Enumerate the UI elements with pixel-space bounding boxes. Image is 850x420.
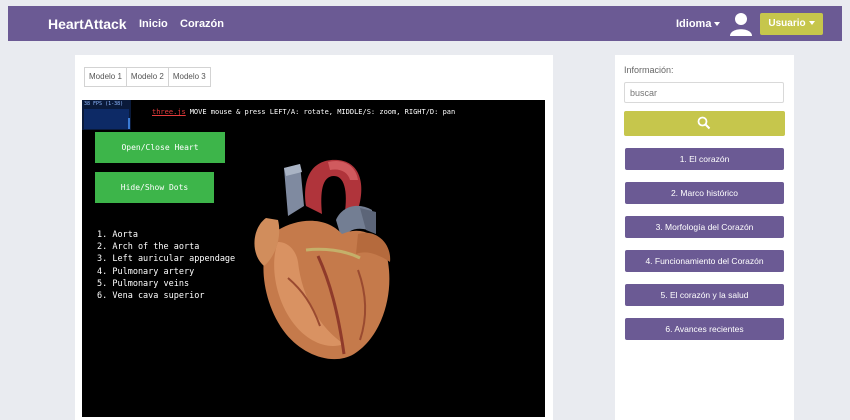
tab-modelo-1[interactable]: Modelo 1 [85, 68, 127, 86]
search-button[interactable] [624, 111, 785, 136]
hide-show-dots-button[interactable]: Hide/Show Dots [95, 172, 214, 203]
avatar-icon[interactable] [730, 12, 752, 36]
info-label: Información: [624, 65, 674, 75]
search-input[interactable] [624, 82, 784, 103]
list-item: 3. Left auricular appendage [97, 254, 236, 265]
list-item: 6. Vena cava superior [97, 291, 205, 302]
nav-link-inicio[interactable]: Inicio [139, 18, 168, 30]
fps-meter: 38 FPS (1-38) [82, 100, 131, 130]
sidebar-item-el-corazon[interactable]: 1. El corazón [625, 148, 784, 170]
threejs-link[interactable]: three.js [152, 108, 186, 116]
list-item: 4. Pulmonary artery [97, 266, 195, 277]
heart-3d-viewer[interactable]: 38 FPS (1-38) three.js MOVE mouse & press… [82, 100, 545, 417]
list-item: 1. Aorta [97, 230, 138, 240]
list-item: 2. Arch of the aorta [97, 242, 200, 253]
sidebar-item-avances[interactable]: 6. Avances recientes [625, 318, 784, 340]
navbar: HeartAttack Inicio Corazón Idioma Usuari… [8, 6, 842, 41]
caret-down-icon [808, 21, 815, 26]
language-dropdown-label: Idioma [676, 18, 712, 30]
nav-link-corazon[interactable]: Corazón [180, 18, 224, 30]
viewer-instructions: three.js MOVE mouse & press LEFT/A: rotat… [152, 108, 455, 116]
caret-down-icon [714, 22, 721, 27]
search-icon [697, 116, 711, 130]
sidebar-item-marco-historico[interactable]: 2. Marco histórico [625, 182, 784, 204]
user-dropdown-button[interactable]: Usuario [760, 13, 823, 35]
tab-modelo-2[interactable]: Modelo 2 [127, 68, 169, 86]
tab-modelo-3[interactable]: Modelo 3 [169, 68, 210, 86]
heart-model-image [254, 159, 391, 360]
fps-graph-bar [128, 118, 130, 129]
open-close-heart-button[interactable]: Open/Close Heart [95, 132, 225, 163]
fps-graph [84, 109, 129, 129]
model-tabs: Modelo 1 Modelo 2 Modelo 3 [84, 67, 211, 87]
fps-label: 38 FPS (1-38) [84, 101, 124, 107]
sidebar-item-funcionamiento[interactable]: 4. Funcionamiento del Corazón [625, 250, 784, 272]
list-item: 5. Pulmonary veins [97, 278, 190, 289]
user-dropdown-label: Usuario [768, 18, 806, 29]
heart-parts-list: 1. Aorta 2. Arch of the aorta 3. Left au… [97, 229, 235, 302]
sidebar-item-salud[interactable]: 5. El corazón y la salud [625, 284, 784, 306]
instruction-text: MOVE mouse & press LEFT/A: rotate, MIDDL… [189, 108, 456, 116]
brand-link[interactable]: HeartAttack [48, 16, 127, 32]
language-dropdown[interactable]: Idioma [676, 18, 721, 30]
sidebar-item-morfologia[interactable]: 3. Morfología del Corazón [625, 216, 784, 238]
